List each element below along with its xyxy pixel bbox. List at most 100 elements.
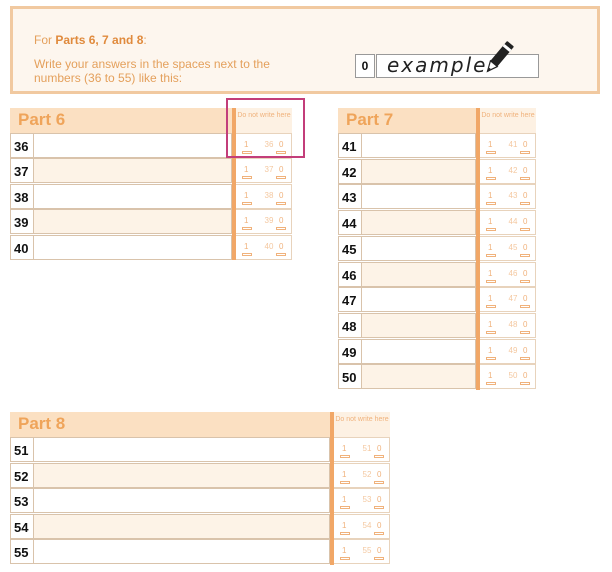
question-number: 43 (338, 184, 362, 210)
mark-zero: 0 (523, 268, 528, 278)
mark-one-bubble (486, 253, 496, 257)
mark-zero-bubble (520, 151, 530, 154)
mark-one-bubble (242, 176, 252, 180)
answer-field[interactable] (362, 158, 476, 184)
pen-icon (486, 41, 514, 73)
mark-zero: 0 (279, 216, 284, 226)
answer-field[interactable] (362, 235, 476, 261)
question-number: 53 (10, 488, 34, 514)
mark-zero-bubble (520, 279, 530, 283)
mark-one: 1 (342, 520, 347, 530)
mark-number: 47 (508, 294, 518, 304)
answer-row: 55 1 55 0 (10, 539, 390, 565)
mark-zero-bubble (374, 557, 384, 561)
answer-row: 37 1 37 0 (10, 158, 292, 184)
question-number: 38 (10, 183, 34, 209)
mark-one-bubble (486, 330, 496, 334)
answer-field[interactable] (34, 183, 232, 209)
answer-field[interactable] (34, 488, 330, 514)
marker-box: 1 38 0 (236, 183, 292, 209)
answer-field[interactable] (34, 158, 232, 184)
answer-field[interactable] (362, 338, 476, 364)
answer-field[interactable] (34, 462, 330, 488)
do-not-write-label: Do not write here (480, 108, 536, 133)
mark-one-bubble (242, 227, 252, 231)
answer-field[interactable] (34, 209, 232, 235)
mark-number: 52 (362, 469, 372, 479)
mark-one: 1 (488, 294, 493, 304)
mark-zero: 0 (377, 444, 382, 453)
mark-zero: 0 (279, 190, 284, 200)
answer-field[interactable] (362, 287, 476, 313)
answer-row: 42 1 42 0 (338, 158, 536, 184)
marker-box: 1 51 0 (334, 437, 390, 462)
answer-field[interactable] (362, 261, 476, 287)
answer-field[interactable] (34, 539, 330, 565)
example-number: 0 (355, 54, 375, 78)
question-number: 37 (10, 158, 34, 184)
mark-zero-bubble (374, 455, 384, 458)
mark-zero-bubble (276, 252, 286, 256)
mark-number: 37 (264, 165, 274, 175)
mark-zero-bubble (520, 382, 530, 386)
marker-box: 1 41 0 (480, 133, 536, 158)
mark-zero-bubble (520, 176, 530, 180)
marker-box: 1 54 0 (334, 513, 390, 539)
mark-one-bubble (486, 305, 496, 309)
mark-one-bubble (486, 151, 496, 154)
mark-zero-bubble (276, 201, 286, 205)
mark-zero: 0 (523, 165, 528, 175)
question-number: 42 (338, 158, 362, 184)
mark-number: 46 (508, 268, 518, 278)
mark-number: 54 (362, 520, 372, 530)
mark-zero-bubble (520, 305, 530, 309)
question-number: 36 (10, 133, 34, 158)
mark-zero: 0 (523, 242, 528, 252)
answer-field[interactable] (362, 312, 476, 338)
answer-field[interactable] (34, 133, 232, 158)
mark-one: 1 (342, 444, 347, 453)
mark-number: 44 (508, 217, 518, 227)
mark-zero: 0 (279, 241, 284, 251)
mark-zero: 0 (377, 469, 382, 479)
answer-field[interactable] (362, 210, 476, 236)
question-number: 48 (338, 312, 362, 338)
part6-title: Part 6 (18, 110, 66, 129)
answer-field[interactable] (362, 364, 476, 390)
question-number: 54 (10, 513, 34, 539)
mark-number: 45 (508, 242, 518, 252)
mark-zero-bubble (520, 330, 530, 334)
mark-one: 1 (488, 319, 493, 329)
mark-one: 1 (488, 345, 493, 355)
question-number: 49 (338, 338, 362, 364)
answer-field[interactable] (34, 234, 232, 260)
marker-box: 1 47 0 (480, 287, 536, 313)
answer-field[interactable] (34, 513, 330, 539)
marker-box: 1 50 0 (480, 364, 536, 390)
question-number: 55 (10, 539, 34, 565)
mark-one: 1 (488, 140, 493, 149)
question-number: 52 (10, 462, 34, 488)
answer-row: 53 1 53 0 (10, 488, 390, 514)
answer-row: 51 1 51 0 (10, 437, 390, 462)
answer-field[interactable] (362, 133, 476, 158)
example-answer-box: example (376, 41, 539, 78)
marker-box: 1 52 0 (334, 462, 390, 488)
answer-row: 39 1 39 0 (10, 209, 292, 235)
answer-row: 50 1 50 0 (338, 364, 536, 390)
mark-zero: 0 (523, 345, 528, 355)
mark-number: 48 (508, 319, 518, 329)
mark-one: 1 (244, 216, 249, 226)
question-number: 47 (338, 287, 362, 313)
mark-number: 50 (508, 371, 518, 381)
marker-box: 1 44 0 (480, 210, 536, 236)
mark-number: 38 (264, 190, 274, 200)
answer-field[interactable] (34, 437, 330, 462)
answer-row: 43 1 43 0 (338, 184, 536, 210)
marker-box: 1 42 0 (480, 158, 536, 184)
mark-one-bubble (242, 252, 252, 256)
answer-row: 40 1 40 0 (10, 234, 292, 260)
mark-one-bubble (486, 382, 496, 386)
answer-field[interactable] (362, 184, 476, 210)
question-number: 50 (338, 364, 362, 390)
